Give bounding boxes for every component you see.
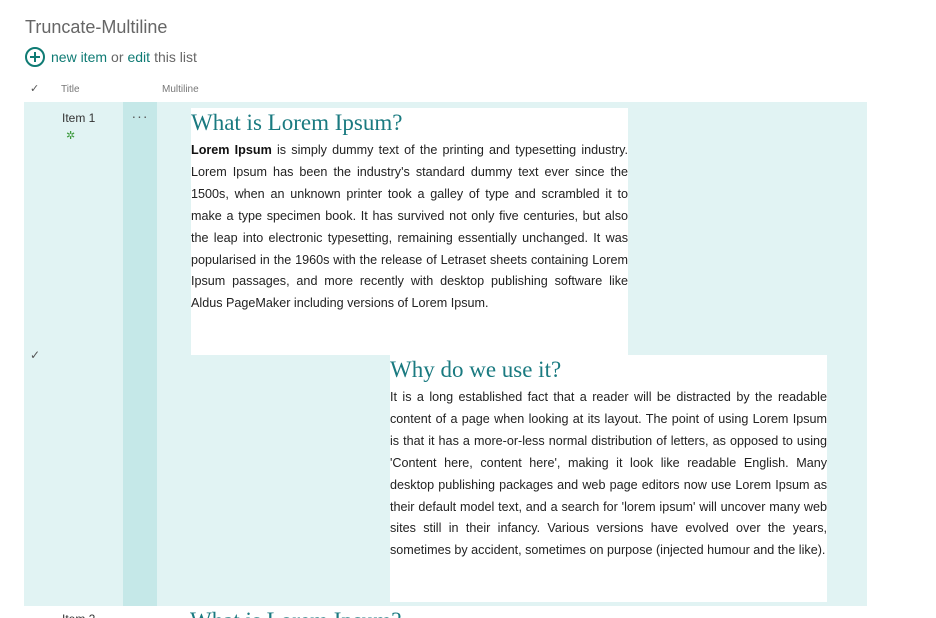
this-list-text: this list: [154, 49, 197, 65]
section-heading: Why do we use it?: [390, 357, 562, 382]
new-item-icon: ✲: [66, 130, 76, 142]
bold-lead: Lorem Ipsum: [191, 143, 272, 157]
item-menu-column: ···: [123, 102, 157, 606]
row-select-check-icon[interactable]: ✓: [30, 348, 40, 362]
item-title-link[interactable]: Item 1: [62, 111, 95, 125]
new-item-link[interactable]: new item: [51, 49, 107, 65]
or-text: or: [111, 49, 124, 65]
section-body: Lorem Ipsum is simply dummy text of the …: [191, 140, 628, 315]
edit-link[interactable]: edit: [127, 49, 150, 65]
ellipsis-icon[interactable]: ···: [123, 108, 157, 124]
section-heading: What is Lorem Ipsum?: [191, 110, 403, 135]
list-header: ✓ Title Multiline: [24, 80, 867, 100]
add-circle-icon[interactable]: [25, 47, 45, 67]
section-body: It is a long established fact that a rea…: [390, 390, 827, 558]
command-bar: new item or edit this list: [25, 46, 197, 68]
column-header-title[interactable]: Title: [61, 84, 80, 95]
next-item-heading: What is Lorem Ipsum?: [190, 608, 401, 618]
section-text: is simply dummy text of the printing and…: [191, 143, 629, 311]
multiline-section-2: Why do we use it? It is a long establish…: [390, 355, 827, 602]
multiline-section-1: What is Lorem Ipsum? Lorem Ipsum is simp…: [191, 108, 628, 355]
page-title: Truncate-Multiline: [25, 17, 168, 37]
next-item-title[interactable]: Item 2: [62, 612, 95, 618]
column-header-multiline[interactable]: Multiline: [162, 84, 199, 95]
list-row[interactable]: ✓ Item 1 ✲ ··· What is Lorem Ipsum? Lore…: [24, 102, 867, 606]
select-all-check-icon[interactable]: ✓: [30, 82, 39, 95]
